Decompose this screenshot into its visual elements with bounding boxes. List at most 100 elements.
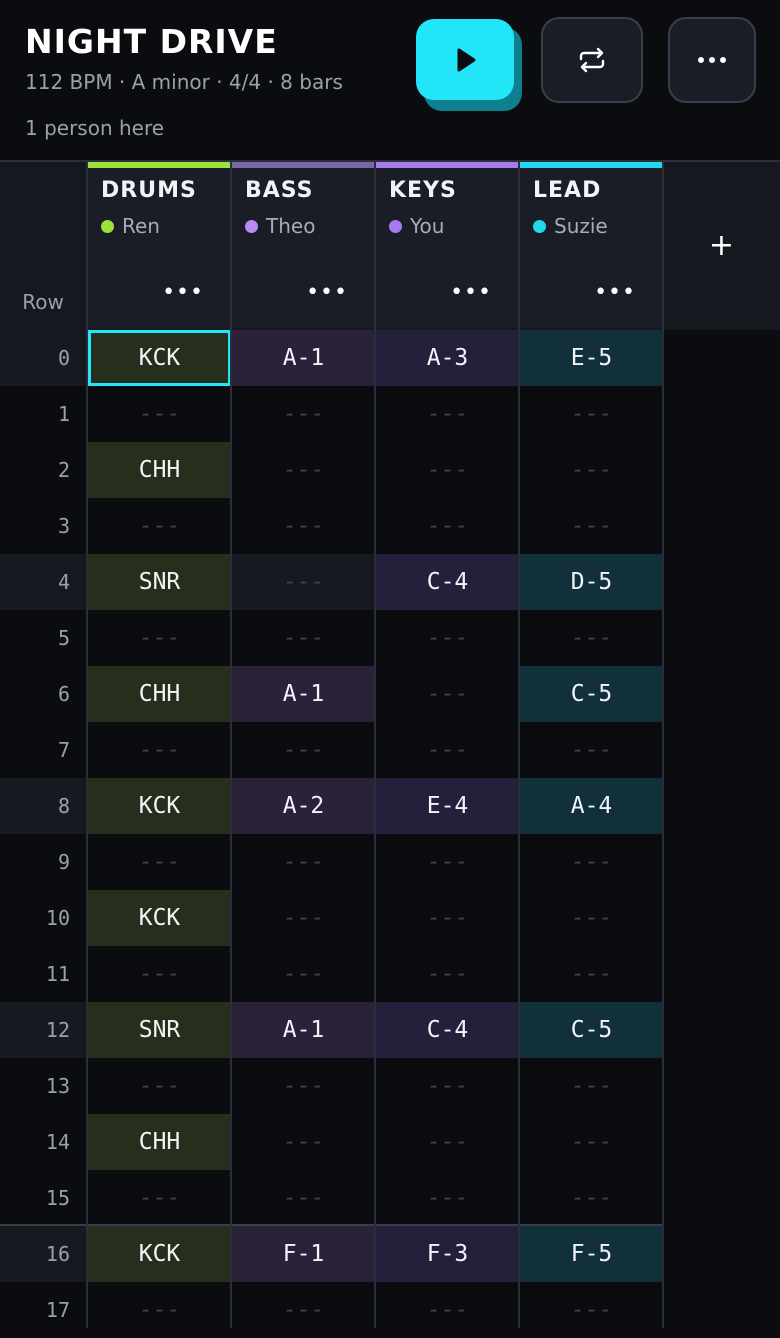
note-cell-keys[interactable]: --- — [376, 1170, 519, 1226]
row-number: 17 — [45, 1298, 70, 1322]
note-cell-bass[interactable]: A-1 — [232, 1002, 375, 1058]
note-cell-bass[interactable]: --- — [232, 946, 375, 1002]
selected-note-cell[interactable]: KCK — [88, 330, 231, 386]
note-cell-keys[interactable]: C-4 — [376, 1002, 519, 1058]
track-menu-button[interactable]: ••• — [162, 280, 204, 305]
note-cell-drums[interactable]: KCK — [88, 890, 231, 946]
note-cell-bass[interactable]: --- — [232, 498, 375, 554]
note-cell-drums[interactable]: CHH — [88, 442, 231, 498]
note-cell-drums[interactable]: --- — [88, 946, 231, 1002]
note-cell-keys[interactable]: --- — [376, 722, 519, 778]
note-cell-keys[interactable]: E-4 — [376, 778, 519, 834]
note-cell-drums[interactable]: --- — [88, 498, 231, 554]
note-cell-bass[interactable]: A-2 — [232, 778, 375, 834]
note-cell-lead[interactable]: E-5 — [520, 330, 663, 386]
note-cell-drums[interactable]: --- — [88, 1282, 231, 1338]
note-cell-drums[interactable]: KCK — [88, 1226, 231, 1282]
note-cell-bass[interactable]: A-1 — [232, 330, 375, 386]
note-cell-lead[interactable]: --- — [520, 1282, 663, 1338]
note-cell-keys[interactable]: --- — [376, 610, 519, 666]
note-cell-bass[interactable]: F-1 — [232, 1226, 375, 1282]
note-cell-drums[interactable]: KCK — [88, 778, 231, 834]
note-cell-drums[interactable]: --- — [88, 1170, 231, 1226]
note-cell-bass[interactable]: --- — [232, 386, 375, 442]
loop-icon — [579, 47, 605, 73]
note-cell-lead[interactable]: A-4 — [520, 778, 663, 834]
note-cell-lead[interactable]: --- — [520, 1114, 663, 1170]
note-cell-lead[interactable]: C-5 — [520, 1002, 663, 1058]
note-cell-drums[interactable]: CHH — [88, 666, 231, 722]
note-cell-keys[interactable]: --- — [376, 1058, 519, 1114]
track-menu-button[interactable]: ••• — [594, 280, 636, 305]
row-number: 1 — [57, 402, 70, 426]
note-cell-lead[interactable]: --- — [520, 1058, 663, 1114]
note-cell-drums[interactable]: SNR — [88, 554, 231, 610]
track-name: KEYS — [389, 178, 457, 203]
row-number: 11 — [45, 962, 70, 986]
note-cell-drums[interactable]: --- — [88, 610, 231, 666]
more-options-button[interactable] — [668, 17, 756, 103]
column-divider — [662, 162, 664, 1328]
row-number: 7 — [57, 738, 70, 762]
note-cell-keys[interactable]: C-4 — [376, 554, 519, 610]
presence-indicator: 1 person here — [25, 116, 165, 140]
note-cell-bass[interactable]: A-1 — [232, 666, 375, 722]
note-cell-keys[interactable]: --- — [376, 386, 519, 442]
note-cell-drums[interactable]: --- — [88, 834, 231, 890]
note-cell-lead[interactable]: --- — [520, 722, 663, 778]
note-cell-lead[interactable]: --- — [520, 946, 663, 1002]
row-number: 16 — [0, 1226, 86, 1282]
note-cell-bass[interactable]: --- — [232, 1282, 375, 1338]
note-cell-keys[interactable]: A-3 — [376, 330, 519, 386]
track-header-bass[interactable]: BASS Theo ••• — [232, 162, 374, 328]
note-cell-lead[interactable]: --- — [520, 386, 663, 442]
track-owner-name: You — [410, 214, 445, 238]
note-cell-keys[interactable]: --- — [376, 890, 519, 946]
note-cell-drums[interactable]: --- — [88, 386, 231, 442]
track-menu-button[interactable]: ••• — [306, 280, 348, 305]
track-header-drums[interactable]: DRUMS Ren ••• — [88, 162, 230, 328]
note-cell-lead[interactable]: --- — [520, 890, 663, 946]
note-cell-drums[interactable]: CHH — [88, 1114, 231, 1170]
track-owner-name: Suzie — [554, 214, 608, 238]
user-dot-icon — [101, 219, 114, 233]
note-cell-bass[interactable]: --- — [232, 890, 375, 946]
loop-button[interactable] — [541, 17, 643, 103]
note-cell-drums[interactable]: --- — [88, 1058, 231, 1114]
add-track-button[interactable]: + — [663, 162, 780, 328]
note-cell-bass[interactable]: --- — [232, 834, 375, 890]
note-cell-bass[interactable]: --- — [232, 610, 375, 666]
note-cell-keys[interactable]: --- — [376, 498, 519, 554]
track-color-bar — [376, 162, 518, 168]
note-cell-keys[interactable]: --- — [376, 666, 519, 722]
note-cell-bass[interactable]: --- — [232, 722, 375, 778]
track-menu-button[interactable]: ••• — [450, 280, 492, 305]
note-cell-bass[interactable]: --- — [232, 442, 375, 498]
track-owner: You — [389, 214, 444, 238]
note-cell-drums[interactable]: SNR — [88, 1002, 231, 1058]
note-cell-keys[interactable]: --- — [376, 834, 519, 890]
note-cell-keys[interactable]: --- — [376, 1282, 519, 1338]
note-cell-bass[interactable]: --- — [232, 554, 375, 610]
note-cell-lead[interactable]: D-5 — [520, 554, 663, 610]
note-cell-keys[interactable]: --- — [376, 442, 519, 498]
note-cell-lead[interactable]: --- — [520, 442, 663, 498]
play-button[interactable] — [416, 19, 514, 100]
note-cell-lead[interactable]: --- — [520, 498, 663, 554]
note-cell-lead[interactable]: F-5 — [520, 1226, 663, 1282]
row-number: 0 — [0, 330, 86, 386]
note-cell-lead[interactable]: --- — [520, 834, 663, 890]
note-cell-bass[interactable]: --- — [232, 1058, 375, 1114]
track-header-keys[interactable]: KEYS You ••• — [376, 162, 518, 328]
more-icon — [698, 57, 726, 63]
note-cell-bass[interactable]: --- — [232, 1114, 375, 1170]
track-header-lead[interactable]: LEAD Suzie ••• — [520, 162, 662, 328]
note-cell-keys[interactable]: F-3 — [376, 1226, 519, 1282]
note-cell-keys[interactable]: --- — [376, 946, 519, 1002]
note-cell-lead[interactable]: --- — [520, 610, 663, 666]
note-cell-drums[interactable]: --- — [88, 722, 231, 778]
note-cell-lead[interactable]: --- — [520, 1170, 663, 1226]
note-cell-lead[interactable]: C-5 — [520, 666, 663, 722]
note-cell-keys[interactable]: --- — [376, 1114, 519, 1170]
note-cell-bass[interactable]: --- — [232, 1170, 375, 1226]
